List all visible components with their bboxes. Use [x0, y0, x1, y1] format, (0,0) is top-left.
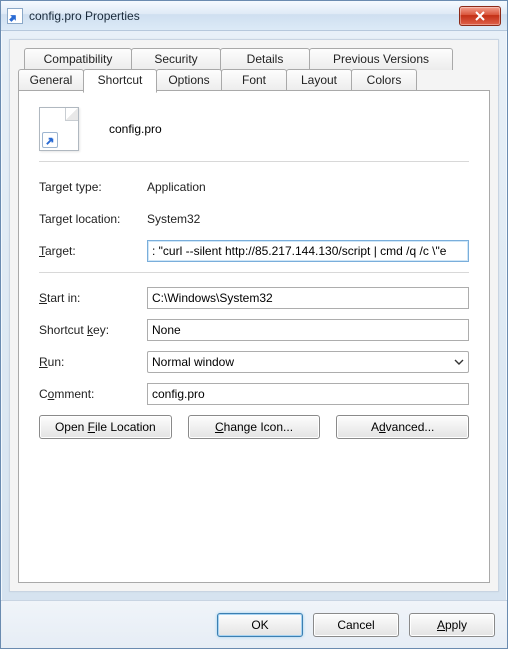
tab-details[interactable]: Details — [220, 48, 310, 70]
comment-label: Comment: — [39, 387, 147, 401]
start-in-input[interactable] — [147, 287, 469, 309]
file-name-label: config.pro — [109, 122, 162, 136]
cancel-button[interactable]: Cancel — [313, 613, 399, 637]
tab-strip: Compatibility Security Details Previous … — [18, 48, 490, 91]
client-area: Compatibility Security Details Previous … — [9, 39, 499, 592]
tab-font[interactable]: Font — [221, 69, 287, 91]
target-input[interactable] — [147, 240, 469, 262]
run-combo-value: Normal window — [152, 355, 234, 369]
chevron-down-icon — [454, 359, 464, 365]
file-large-icon — [39, 107, 79, 151]
separator — [39, 161, 469, 162]
shortcut-file-icon — [7, 8, 23, 24]
change-icon-button[interactable]: Change Icon... — [188, 415, 321, 439]
tab-shortcut[interactable]: Shortcut — [83, 69, 157, 93]
target-location-value: System32 — [147, 212, 469, 226]
shortcut-key-input[interactable] — [147, 319, 469, 341]
target-type-value: Application — [147, 180, 469, 194]
apply-button[interactable]: Apply — [409, 613, 495, 637]
shortcut-key-label: Shortcut key: — [39, 323, 147, 337]
tab-previous-versions[interactable]: Previous Versions — [309, 48, 453, 70]
run-label: Run: — [39, 355, 147, 369]
open-file-location-button[interactable]: Open File Location — [39, 415, 172, 439]
tab-colors[interactable]: Colors — [351, 69, 417, 91]
close-icon — [475, 11, 485, 21]
comment-input[interactable] — [147, 383, 469, 405]
ok-button[interactable]: OK — [217, 613, 303, 637]
tab-options[interactable]: Options — [156, 69, 222, 91]
dialog-footer: OK Cancel Apply — [1, 600, 507, 648]
window-title: config.pro Properties — [29, 9, 459, 23]
separator — [39, 272, 469, 273]
shortcut-arrow-icon — [42, 132, 58, 148]
tab-layout[interactable]: Layout — [286, 69, 352, 91]
run-combo[interactable]: Normal window — [147, 351, 469, 373]
advanced-button[interactable]: Advanced... — [336, 415, 469, 439]
titlebar[interactable]: config.pro Properties — [1, 1, 507, 31]
target-location-label: Target location: — [39, 212, 147, 226]
close-button[interactable] — [459, 6, 501, 26]
tab-security[interactable]: Security — [131, 48, 221, 70]
tab-panel-shortcut: config.pro Target type: Application Targ… — [18, 90, 490, 583]
tab-compatibility[interactable]: Compatibility — [24, 48, 132, 70]
target-label: Target: — [39, 244, 147, 258]
target-type-label: Target type: — [39, 180, 147, 194]
tab-general[interactable]: General — [18, 69, 84, 91]
start-in-label: Start in: — [39, 291, 147, 305]
properties-dialog: config.pro Properties Compatibility Secu… — [0, 0, 508, 649]
